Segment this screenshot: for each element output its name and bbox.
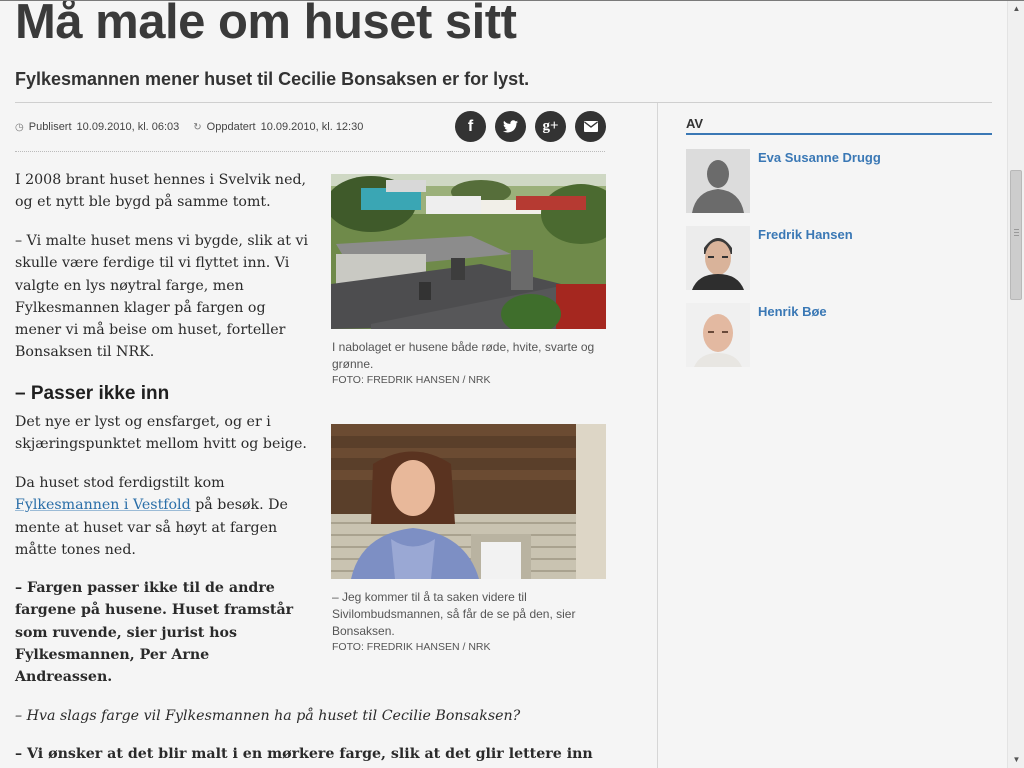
published-label: Publisert <box>28 121 72 133</box>
author-avatar <box>686 303 750 367</box>
paragraph-7: – Vi ønsker at det blir malt i en mørker… <box>15 746 593 762</box>
bonsaksen-photo[interactable] <box>331 424 606 579</box>
author-avatar <box>686 226 750 290</box>
window-top-border <box>0 0 1024 1</box>
share-google-plus-button[interactable]: g+ <box>535 111 566 142</box>
authors-heading-rule <box>686 133 992 135</box>
figure-2-credit: FOTO: FREDRIK HANSEN / NRK <box>332 641 491 653</box>
published-date: 10.09.2010, kl. 06:03 <box>76 121 180 133</box>
paragraph-3: Det nye er lyst og ensfarget, og er i sk… <box>15 414 307 453</box>
paragraph-1: I 2008 brant huset hennes i Svelvik ned,… <box>15 172 307 211</box>
subheading: – Passer ikke inn <box>15 383 170 404</box>
scroll-up-arrow-icon[interactable]: ▲ <box>1008 0 1024 17</box>
updated-label: Oppdatert <box>206 121 256 133</box>
facebook-icon: f <box>467 117 474 135</box>
refresh-icon: ↻ <box>193 121 202 133</box>
twitter-icon <box>503 120 518 133</box>
author-name[interactable]: Eva Susanne Drugg <box>758 150 881 165</box>
share-twitter-button[interactable] <box>495 111 526 142</box>
author-eva-susanne-drugg[interactable]: Eva Susanne Drugg <box>686 149 992 213</box>
share-facebook-button[interactable]: f <box>455 111 486 142</box>
author-name[interactable]: Fredrik Hansen <box>758 227 853 242</box>
author-name[interactable]: Henrik Bøe <box>758 304 827 319</box>
author-henrik-boe[interactable]: Henrik Bøe <box>686 303 992 367</box>
article-page: Må male om huset sitt Fylkesmannen mener… <box>0 0 1007 768</box>
authors-heading: AV <box>686 116 704 131</box>
paragraph-6: – Hva slags farge vil Fylkesmannen ha på… <box>15 708 521 724</box>
scrollbar-thumb[interactable] <box>1010 170 1022 300</box>
vertical-scrollbar[interactable]: ▲ ▼ <box>1007 0 1024 768</box>
figure-2-caption: – Jeg kommer til å ta saken videre til S… <box>332 590 576 638</box>
column-divider <box>657 103 658 768</box>
article-title: Må male om huset sitt <box>15 0 517 49</box>
share-email-button[interactable] <box>575 111 606 142</box>
updated-date: 10.09.2010, kl. 12:30 <box>260 121 364 133</box>
paragraph-2: – Vi malte huset mens vi bygde, slik at … <box>15 233 309 361</box>
email-icon <box>583 121 598 132</box>
paragraph-4-start: Da huset stod ferdigstilt kom <box>15 475 225 491</box>
author-fredrik-hansen[interactable]: Fredrik Hansen <box>686 226 992 290</box>
google-plus-icon: g+ <box>542 118 559 134</box>
article-lead: Fylkesmannen mener huset til Cecilie Bon… <box>15 69 530 89</box>
article-meta: ◷ Publisert 10.09.2010, kl. 06:03 ↻ Oppd… <box>15 121 363 133</box>
paragraph-4: Da huset stod ferdigstilt kom Fylkesmann… <box>15 472 310 561</box>
neighbourhood-photo[interactable] <box>331 174 606 329</box>
fylkesmannen-vestfold-link[interactable]: Fylkesmannen i Vestfold <box>15 497 191 513</box>
scroll-down-arrow-icon[interactable]: ▼ <box>1008 751 1024 768</box>
author-avatar-placeholder <box>686 149 750 213</box>
meta-divider <box>15 151 605 152</box>
figure-1-credit: FOTO: FREDRIK HANSEN / NRK <box>332 374 491 386</box>
clock-icon: ◷ <box>15 121 24 133</box>
paragraph-5: – Fargen passer ikke til de andre fargen… <box>15 580 294 686</box>
header-divider <box>15 102 992 103</box>
figure-1-caption: I nabolaget er husene både røde, hvite, … <box>332 340 595 371</box>
